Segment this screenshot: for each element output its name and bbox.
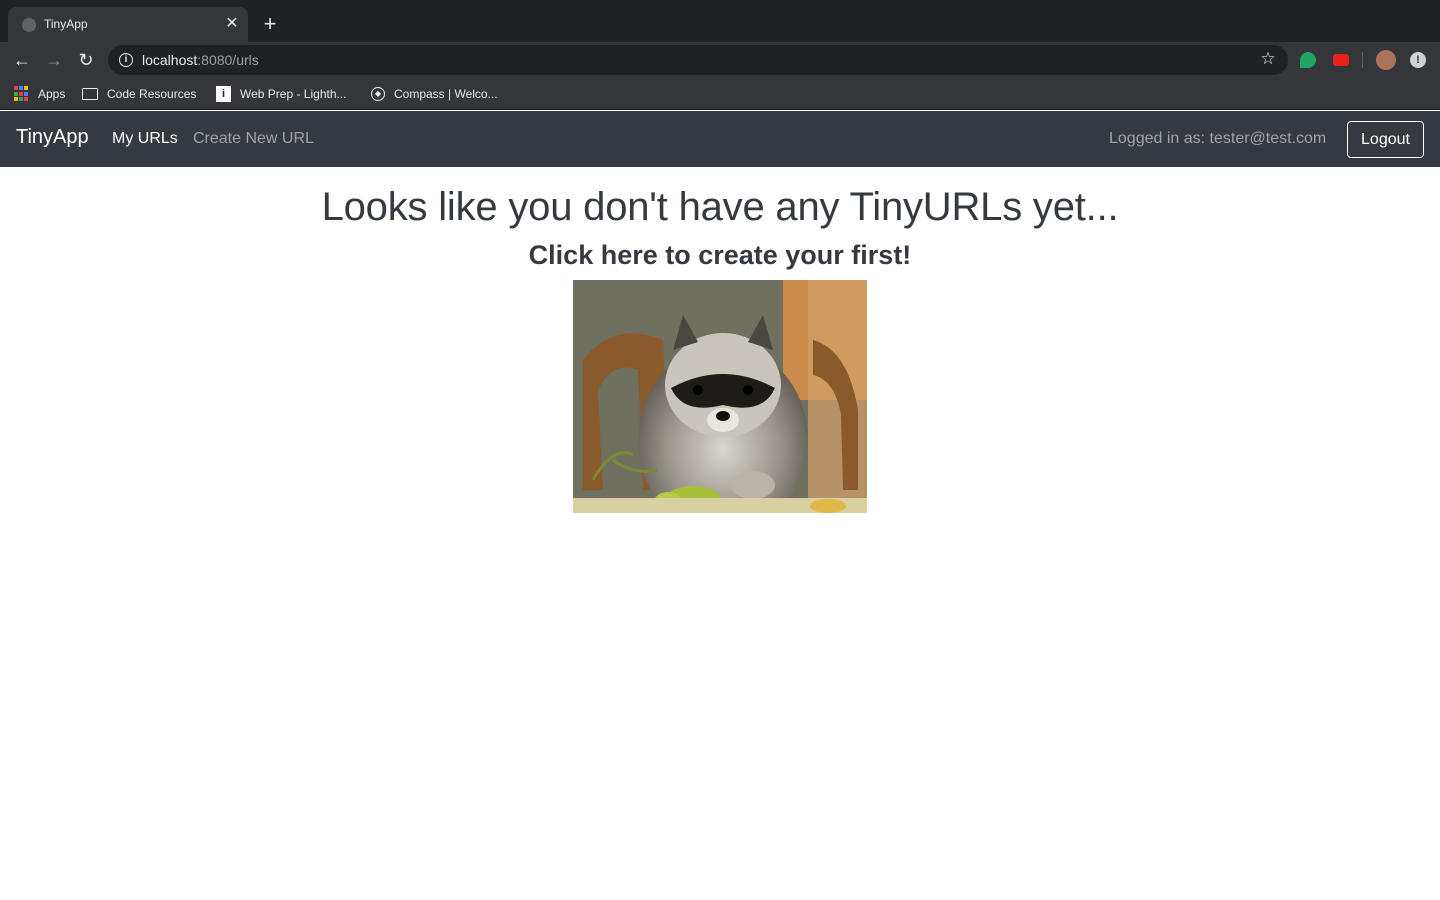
- close-icon[interactable]: ✕: [223, 15, 241, 33]
- browser-tab-bar: TinyApp ✕ +: [0, 0, 1440, 42]
- extension-red-icon[interactable]: [1333, 54, 1349, 66]
- bookmark-web-prep[interactable]: Web Prep - Lighth...: [240, 86, 347, 102]
- browser-tab[interactable]: TinyApp ✕: [8, 7, 248, 42]
- browser-toolbar: ← → ↻ i localhost:8080/urls ☆ !: [0, 42, 1440, 78]
- tab-title: TinyApp: [44, 17, 88, 31]
- nav-create-new-url[interactable]: Create New URL: [193, 130, 314, 148]
- folder-icon: [82, 88, 98, 100]
- bookmarks-bar: Apps Code Resources i Web Prep - Lighth.…: [0, 78, 1440, 110]
- menu-icon[interactable]: !: [1410, 52, 1426, 68]
- info-icon[interactable]: i: [119, 53, 133, 67]
- brand-link[interactable]: TinyApp: [16, 126, 89, 149]
- bookmark-compass[interactable]: Compass | Welco...: [394, 86, 498, 102]
- back-icon[interactable]: ←: [10, 48, 34, 72]
- toolbar-divider: [1362, 52, 1363, 68]
- address-bar[interactable]: i localhost:8080/urls ☆: [108, 45, 1288, 75]
- page-title: Looks like you don't have any TinyURLs y…: [321, 185, 1119, 229]
- globe-icon: [22, 18, 36, 32]
- extension-green-icon[interactable]: [1300, 52, 1316, 68]
- compass-icon: ◆: [371, 87, 385, 101]
- apps-grid-icon: [14, 86, 30, 102]
- create-first-link[interactable]: Click here to create your first!: [0, 240, 1440, 271]
- nav-my-urls[interactable]: My URLs: [112, 130, 178, 148]
- logout-button[interactable]: Logout: [1347, 121, 1424, 158]
- bookmark-code-resources[interactable]: Code Resources: [107, 86, 196, 102]
- bookmark-star-icon[interactable]: ☆: [1258, 49, 1278, 69]
- profile-avatar[interactable]: [1376, 50, 1396, 70]
- new-tab-icon[interactable]: +: [258, 13, 282, 37]
- forward-icon[interactable]: →: [42, 48, 66, 72]
- bookmark-apps[interactable]: Apps: [38, 86, 65, 102]
- reload-icon[interactable]: ↻: [74, 48, 98, 72]
- app-navbar: TinyApp My URLs Create New URL Logged in…: [0, 111, 1440, 167]
- lighthouse-icon: i: [216, 86, 231, 102]
- logged-in-text: Logged in as: tester@test.com: [1109, 130, 1327, 147]
- raccoon-image: [573, 280, 867, 513]
- url-text: localhost:8080/urls: [142, 52, 259, 68]
